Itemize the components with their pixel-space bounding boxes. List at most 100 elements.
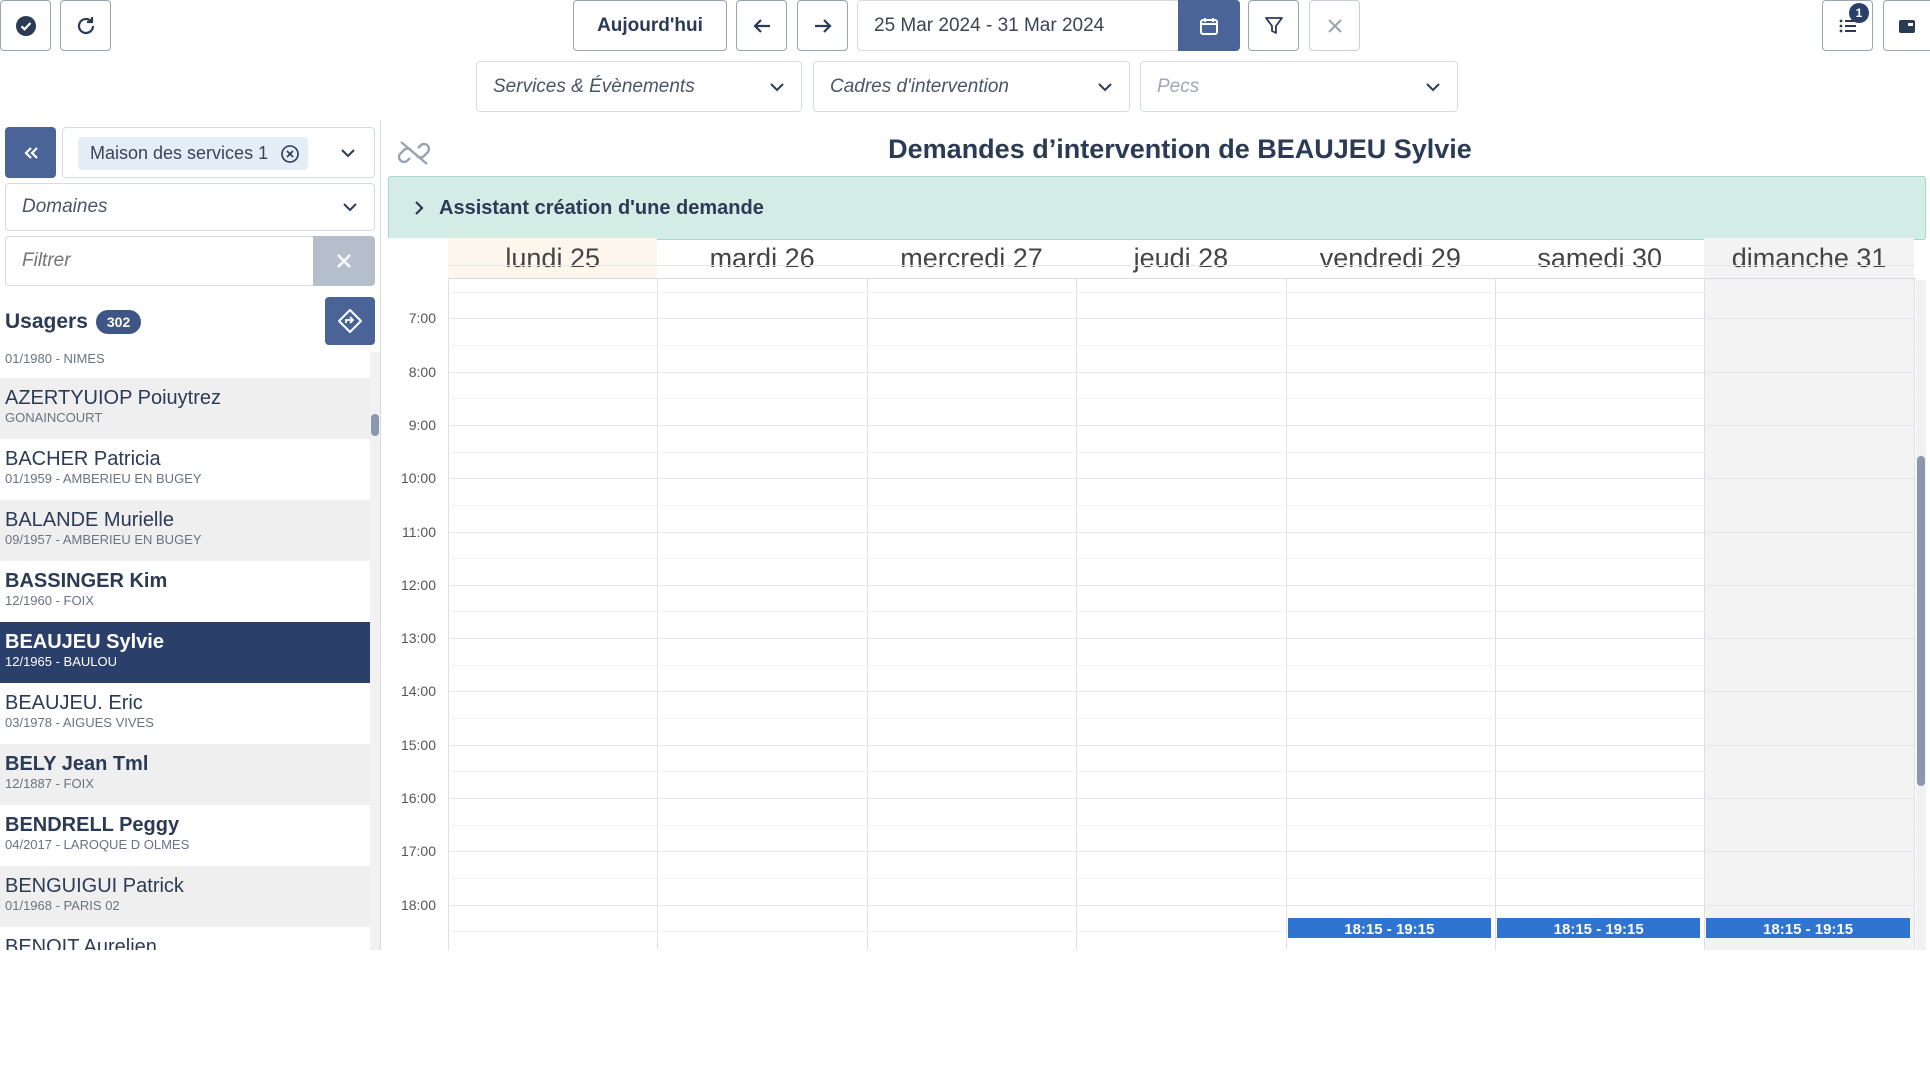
user-sub: 04/2017 - LAROQUE D OLMES — [5, 837, 190, 852]
time-label: 14:00 — [400, 683, 436, 700]
previous-week-button[interactable] — [736, 0, 787, 51]
refresh-icon — [77, 16, 94, 34]
calendar-event[interactable]: 18:15 - 19:15 — [1706, 917, 1910, 938]
user-sub: 12/1960 - FOIX — [5, 593, 94, 608]
day-column-divider — [657, 278, 659, 950]
hour-line — [448, 851, 1914, 853]
half-hour-line — [448, 718, 1914, 720]
collapse-sidebar-button[interactable] — [5, 127, 56, 178]
clear-filter-users-button[interactable] — [313, 236, 375, 286]
services-placeholder: Services & Évènements — [493, 75, 695, 97]
remove-tag-icon[interactable] — [280, 144, 300, 164]
filter-button[interactable] — [1248, 0, 1299, 51]
time-label: 18:00 — [400, 896, 436, 913]
day-header[interactable]: vendredi 29 — [1286, 238, 1495, 278]
filter-users-input[interactable] — [5, 236, 314, 286]
day-header[interactable]: mardi 26 — [657, 238, 866, 278]
time-label: 9:00 — [408, 416, 436, 433]
services-select[interactable]: Services & Évènements — [476, 61, 802, 112]
list-item[interactable]: BENOIT Aurelien — [0, 927, 370, 950]
calendar-scrollbar-thumb[interactable] — [1917, 456, 1925, 786]
list-item[interactable]: BALANDE Murielle 09/1957 - AMBERIEU EN BU… — [0, 500, 370, 561]
hour-line — [448, 424, 1914, 426]
list-item[interactable]: BACHER Patricia 01/1959 - AMBERIEU EN BUG… — [0, 439, 370, 500]
user-sub: GONAINCOURT — [5, 410, 103, 425]
notification-badge: 1 — [1849, 3, 1869, 23]
list-item[interactable]: BELY Jean Tml 12/1887 - FOIX — [0, 744, 370, 805]
next-week-button[interactable] — [797, 0, 848, 51]
day-header[interactable]: mercredi 27 — [867, 238, 1076, 278]
user-name: BELY Jean Tml — [5, 753, 149, 775]
cadres-placeholder: Cadres d'intervention — [830, 75, 1009, 97]
hour-line — [448, 265, 1914, 266]
user-name: BEAUJEU. Eric — [5, 692, 143, 714]
day-header[interactable]: lundi 25 — [448, 238, 657, 278]
page-title: Demandes d’intervention de BEAUJEU Sylvi… — [560, 134, 1800, 165]
hour-line — [448, 318, 1914, 320]
hour-line — [448, 638, 1914, 640]
unlink-icon[interactable] — [397, 138, 431, 168]
day-column-divider — [1913, 278, 1915, 950]
calendar-scrollbar[interactable] — [1916, 280, 1926, 950]
chevron-down-icon — [1098, 82, 1112, 91]
chevron-down-icon — [770, 82, 784, 91]
pecs-select[interactable]: Pecs — [1140, 61, 1458, 112]
hour-line — [448, 584, 1914, 586]
time-label: 17:00 — [400, 843, 436, 860]
list-item-partial[interactable]: 01/1980 - NIMES — [0, 352, 370, 378]
refresh-button[interactable] — [60, 0, 111, 51]
users-list: 01/1980 - NIMES AZERTYUIOP Poiuytrez GONA… — [0, 352, 370, 950]
time-label: 7:00 — [408, 310, 436, 327]
calendar-event[interactable]: 18:15 - 19:15 — [1497, 917, 1701, 938]
half-hour-line — [448, 771, 1914, 773]
calendar-icon — [1200, 17, 1218, 35]
users-scrollbar-thumb[interactable] — [371, 414, 379, 436]
calendar-picker-button[interactable] — [1178, 0, 1240, 51]
list-item[interactable]: BENDRELL Peggy 04/2017 - LAROQUE D OLMES — [0, 805, 370, 866]
users-scrollbar[interactable] — [370, 352, 380, 950]
directions-icon — [338, 309, 362, 333]
today-button[interactable]: Aujourd'hui — [573, 0, 727, 51]
user-name: BALANDE Murielle — [5, 509, 174, 531]
domaines-select[interactable]: Domaines — [5, 183, 375, 231]
half-hour-line — [448, 451, 1914, 453]
date-range-field[interactable]: 25 Mar 2024 - 31 Mar 2024 — [857, 0, 1179, 51]
user-sub: 03/1978 - AIGUES VIVES — [5, 715, 154, 730]
structure-select[interactable]: Maison des services 1 — [62, 127, 375, 178]
half-hour-line — [448, 824, 1914, 826]
list-item[interactable]: BASSINGER Kim 12/1960 - FOIX — [0, 561, 370, 622]
day-column-divider — [1704, 278, 1706, 950]
hour-line — [448, 904, 1914, 906]
list-item[interactable]: BEAUJEU Sylvie 12/1965 - BAULOU — [0, 622, 370, 683]
assistant-panel[interactable]: Assistant création d'une demande — [388, 176, 1926, 240]
half-hour-line — [448, 291, 1914, 293]
user-sub-partial: 01/1980 - NIMES — [5, 352, 105, 366]
user-name: BASSINGER Kim — [5, 570, 168, 592]
user-name: AZERTYUIOP Poiuytrez — [5, 387, 221, 409]
day-header[interactable]: samedi 30 — [1495, 238, 1704, 278]
clear-filter-button[interactable] — [1309, 0, 1360, 51]
user-name: BENDRELL Peggy — [5, 814, 180, 836]
user-name: BACHER Patricia — [5, 448, 161, 470]
header-divider — [386, 278, 1916, 279]
chevron-right-icon — [415, 201, 424, 215]
locate-user-button[interactable] — [325, 297, 375, 345]
day-header[interactable]: dimanche 31 — [1704, 238, 1913, 278]
list-item[interactable]: BEAUJEU. Eric 03/1978 - AIGUES VIVES — [0, 683, 370, 744]
check-circle-icon — [15, 15, 36, 36]
day-column-divider — [1285, 278, 1287, 950]
double-chevron-left-icon — [23, 146, 38, 159]
calendar-event[interactable]: 18:15 - 19:15 — [1287, 917, 1491, 938]
time-label: 16:00 — [400, 790, 436, 806]
day-header[interactable]: jeudi 28 — [1076, 238, 1285, 278]
list-item[interactable]: BENGUIGUI Patrick 01/1968 - PARIS 02 — [0, 866, 370, 927]
half-hour-line — [448, 398, 1914, 400]
week-calendar: lundi 25 mardi 26 mercredi 27 jeudi 28 vendr… — [386, 238, 1916, 950]
side-panel-button[interactable] — [1883, 0, 1930, 51]
validate-button[interactable] — [0, 0, 51, 51]
hour-line — [448, 798, 1914, 799]
time-label: 13:00 — [400, 630, 436, 647]
half-hour-line — [448, 664, 1914, 666]
list-item[interactable]: AZERTYUIOP Poiuytrez GONAINCOURT — [0, 378, 370, 439]
cadres-select[interactable]: Cadres d'intervention — [813, 61, 1130, 112]
